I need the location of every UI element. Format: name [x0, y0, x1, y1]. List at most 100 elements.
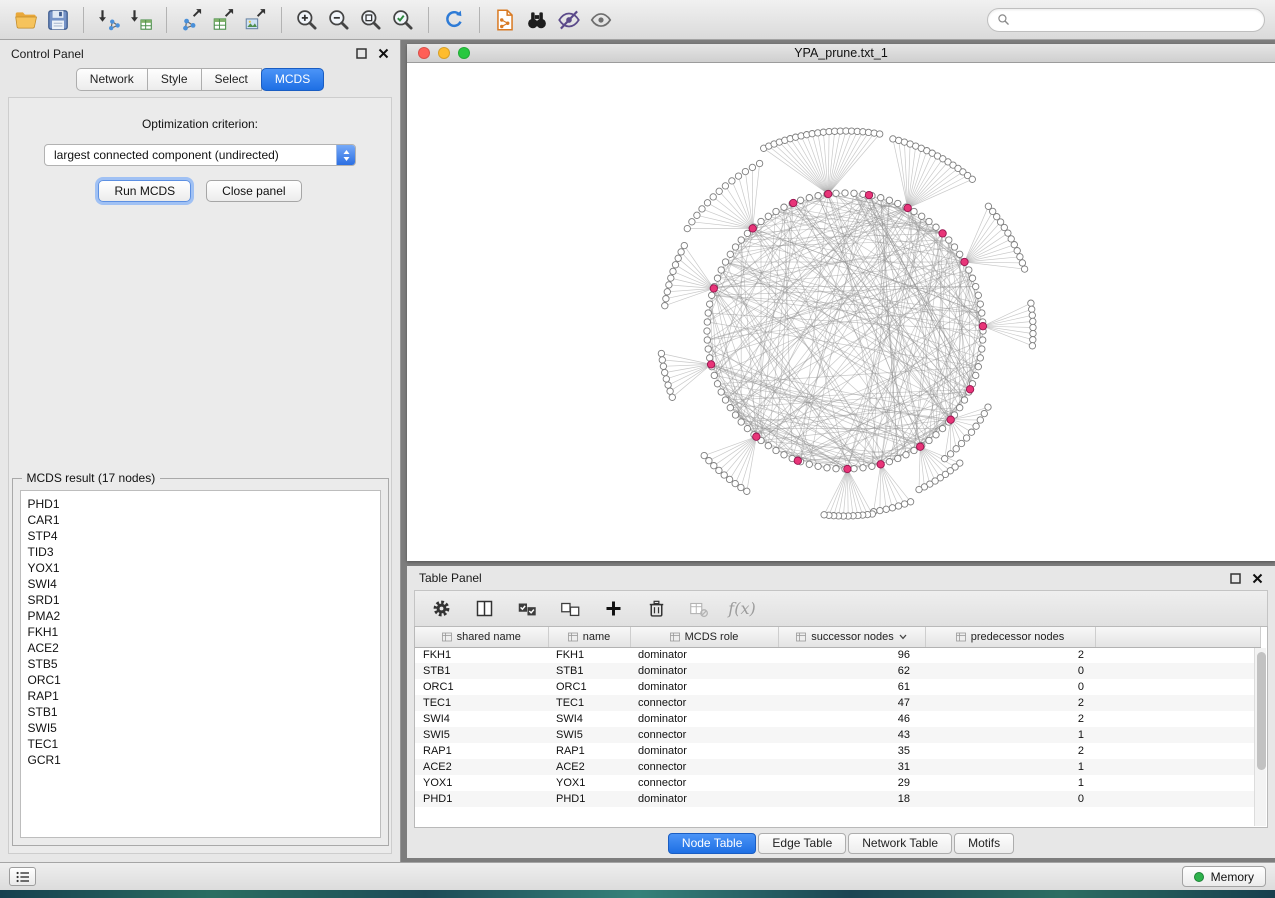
mcds-result-node[interactable]: SWI5 — [28, 720, 380, 736]
hide-selection-button[interactable] — [553, 4, 585, 36]
float-panel-icon[interactable] — [356, 48, 367, 59]
node-table-row[interactable]: STB1STB1dominator620 — [415, 663, 1261, 679]
mcds-result-node[interactable]: TID3 — [28, 544, 380, 560]
export-network-button[interactable] — [176, 4, 208, 36]
zoom-out-button[interactable] — [323, 4, 355, 36]
node-table-row[interactable]: PHD1PHD1dominator180 — [415, 791, 1261, 807]
node-table-cell: SWI5 — [415, 727, 548, 743]
import-network-button[interactable] — [93, 4, 125, 36]
node-table-cell: 35 — [778, 743, 925, 759]
show-selection-button[interactable] — [585, 4, 617, 36]
column-header-mcds-role[interactable]: MCDS role — [630, 627, 778, 647]
mcds-result-node[interactable]: SRD1 — [28, 592, 380, 608]
column-header-shared-name[interactable]: shared name — [415, 627, 548, 647]
node-table-cell — [1095, 743, 1261, 759]
run-mcds-button[interactable]: Run MCDS — [98, 180, 191, 202]
node-table-cell: 2 — [925, 695, 1095, 711]
table-scrollbar[interactable] — [1254, 648, 1266, 826]
refresh-button[interactable] — [438, 4, 470, 36]
tab-edge-table[interactable]: Edge Table — [758, 833, 846, 854]
criterion-dropdown[interactable]: largest connected component (undirected) — [44, 144, 356, 166]
deselect-all-button[interactable] — [558, 597, 582, 621]
node-table-row[interactable]: YOX1YOX1connector291 — [415, 775, 1261, 791]
column-header-predecessor-nodes[interactable]: predecessor nodes — [925, 627, 1095, 647]
status-menu-button[interactable] — [9, 867, 36, 886]
node-table-row[interactable]: SWI5SWI5connector431 — [415, 727, 1261, 743]
close-panel-button[interactable]: Close panel — [206, 180, 301, 202]
select-all-button[interactable] — [515, 597, 539, 621]
show-columns-button[interactable] — [472, 597, 496, 621]
mcds-result-node[interactable]: CAR1 — [28, 512, 380, 528]
mcds-result-node[interactable]: YOX1 — [28, 560, 380, 576]
global-search-field[interactable] — [987, 8, 1265, 32]
mcds-result-node[interactable]: SWI4 — [28, 576, 380, 592]
node-table-cell: connector — [630, 727, 778, 743]
mcds-result-node[interactable]: TEC1 — [28, 736, 380, 752]
share-document-button[interactable] — [489, 4, 521, 36]
node-table-row[interactable]: FKH1FKH1dominator962 — [415, 647, 1261, 663]
mcds-result-node[interactable]: STB5 — [28, 656, 380, 672]
import-table-button[interactable] — [125, 4, 157, 36]
tab-style[interactable]: Style — [147, 68, 202, 91]
tab-motifs[interactable]: Motifs — [954, 833, 1014, 854]
trash-icon — [646, 598, 667, 619]
mcds-result-node[interactable]: ACE2 — [28, 640, 380, 656]
export-table-button[interactable] — [208, 4, 240, 36]
table-scrollbar-thumb[interactable] — [1257, 652, 1266, 770]
column-header-name[interactable]: name — [548, 627, 630, 647]
node-table-cell — [1095, 695, 1261, 711]
node-table-cell: YOX1 — [548, 775, 630, 791]
tab-node-table[interactable]: Node Table — [668, 833, 757, 854]
cytoscape-app: Control Panel Network Style Select MCDS … — [0, 0, 1275, 898]
node-table-row[interactable]: SWI4SWI4dominator462 — [415, 711, 1261, 727]
close-window-icon[interactable] — [418, 47, 430, 59]
control-panel-title: Control Panel — [11, 47, 84, 61]
mcds-result-list[interactable]: PHD1CAR1STP4TID3YOX1SWI4SRD1PMA2FKH1ACE2… — [20, 490, 381, 838]
tab-select[interactable]: Select — [201, 68, 262, 91]
open-session-button[interactable] — [10, 4, 42, 36]
add-column-button[interactable] — [601, 597, 625, 621]
zoom-selected-button[interactable] — [387, 4, 419, 36]
node-table-row[interactable]: TEC1TEC1connector472 — [415, 695, 1261, 711]
column-header-successor-nodes[interactable]: successor nodes — [778, 627, 925, 647]
node-table-cell: ORC1 — [415, 679, 548, 695]
add-icon — [603, 598, 624, 619]
save-session-button[interactable] — [42, 4, 74, 36]
node-table-row[interactable]: RAP1RAP1dominator352 — [415, 743, 1261, 759]
mcds-result-node[interactable]: STB1 — [28, 704, 380, 720]
mcds-result-node[interactable]: RAP1 — [28, 688, 380, 704]
tab-network-table[interactable]: Network Table — [848, 833, 952, 854]
table-settings-button[interactable] — [429, 597, 453, 621]
export-image-button[interactable] — [240, 4, 272, 36]
minimize-window-icon[interactable] — [438, 47, 450, 59]
zoom-in-button[interactable] — [291, 4, 323, 36]
node-table-cell: 18 — [778, 791, 925, 807]
tab-mcds[interactable]: MCDS — [261, 68, 324, 91]
network-view[interactable] — [407, 63, 1275, 561]
mcds-result-node[interactable]: PMA2 — [28, 608, 380, 624]
mcds-result-node[interactable]: PHD1 — [28, 496, 380, 512]
node-table-cell: TEC1 — [548, 695, 630, 711]
network-canvas[interactable] — [407, 63, 1275, 561]
network-search-button[interactable] — [521, 4, 553, 36]
node-table-cell: dominator — [630, 647, 778, 663]
memory-button[interactable]: Memory — [1182, 866, 1266, 887]
desktop-wallpaper-strip — [0, 890, 1275, 898]
search-input[interactable] — [1016, 13, 1255, 27]
mcds-result-node[interactable]: FKH1 — [28, 624, 380, 640]
mcds-result-node[interactable]: ORC1 — [28, 672, 380, 688]
close-panel-icon[interactable] — [378, 48, 389, 59]
mcds-result-node[interactable]: GCR1 — [28, 752, 380, 768]
node-table-cell: 62 — [778, 663, 925, 679]
search-icon — [997, 13, 1010, 26]
node-table-row[interactable]: ACE2ACE2connector311 — [415, 759, 1261, 775]
zoom-fit-button[interactable] — [355, 4, 387, 36]
node-table-row[interactable]: ORC1ORC1dominator610 — [415, 679, 1261, 695]
mcds-result-node[interactable]: STP4 — [28, 528, 380, 544]
maximize-window-icon[interactable] — [458, 47, 470, 59]
close-panel-icon[interactable] — [1252, 573, 1263, 584]
delete-column-button[interactable] — [644, 597, 668, 621]
tab-network[interactable]: Network — [76, 68, 148, 91]
float-panel-icon[interactable] — [1230, 573, 1241, 584]
network-window-titlebar[interactable]: YPA_prune.txt_1 — [407, 44, 1275, 63]
